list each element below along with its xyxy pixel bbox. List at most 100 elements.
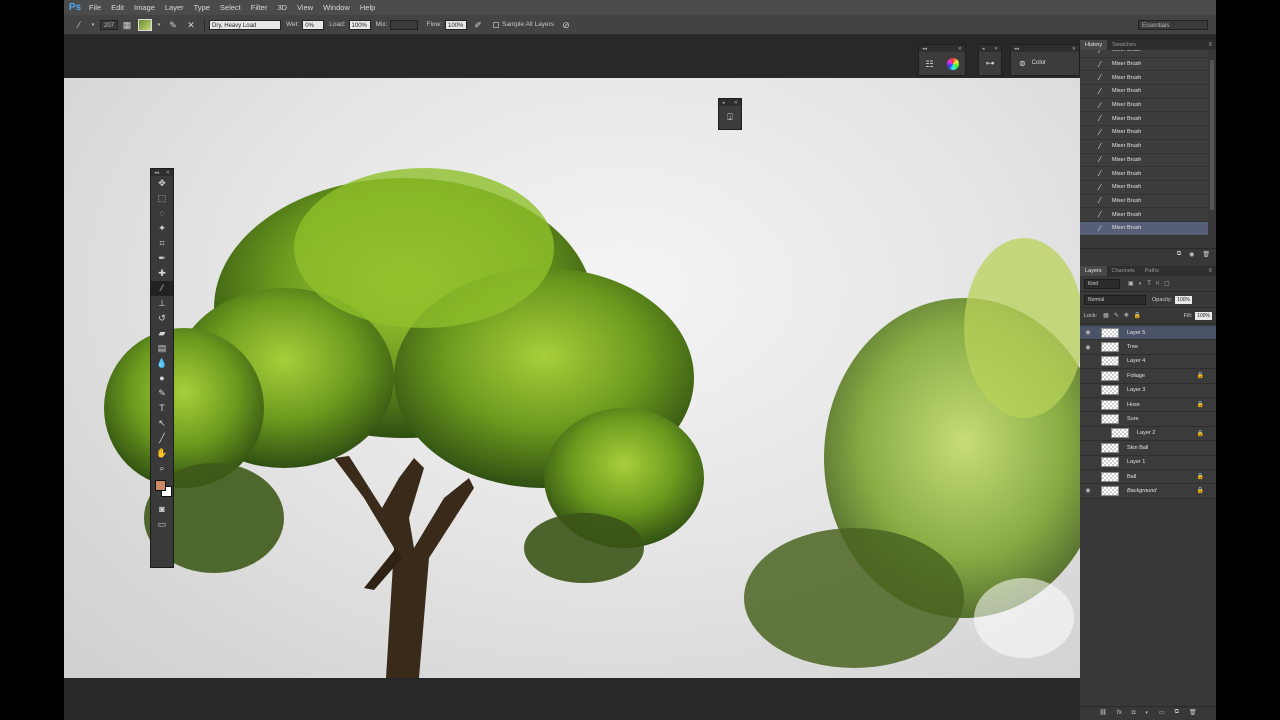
menu-view[interactable]: View — [292, 0, 318, 15]
color-panel-label[interactable]: Color — [1032, 60, 1046, 66]
chevron-down-icon[interactable]: ▾ — [156, 18, 162, 32]
filter-kind-select[interactable]: Kind — [1084, 278, 1120, 289]
layer-row[interactable]: Layer 4 — [1080, 354, 1216, 370]
tab-layers[interactable]: Layers — [1080, 266, 1107, 276]
menu-window[interactable]: Window — [318, 0, 355, 15]
link-layers-icon[interactable]: ⛓ — [1099, 709, 1107, 716]
brush-preset-select[interactable]: Dry, Heavy Load — [209, 19, 282, 30]
opacity-input[interactable]: 100% — [1175, 295, 1192, 304]
history-state[interactable]: ⁄ Mixer Brush — [1080, 153, 1208, 168]
new-document-from-state-icon[interactable]: ⧉ — [1177, 251, 1181, 258]
sample-all-layers-checkbox[interactable] — [493, 21, 499, 28]
screen-mode-icon[interactable]: ▭ — [151, 517, 173, 532]
zoom-tool-icon[interactable]: ⌕ — [151, 461, 173, 476]
layer-name[interactable]: Hose — [1127, 402, 1197, 408]
blur-tool-icon[interactable]: 💧 — [151, 356, 173, 371]
history-state[interactable]: ⁄ Mixer Brush — [1080, 180, 1208, 195]
brush-size-picker[interactable]: 207 — [100, 19, 119, 30]
clone-source-icon[interactable]: ⍗ — [719, 106, 741, 128]
line-tool-icon[interactable]: ╱ — [151, 431, 173, 446]
hand-tool-icon[interactable]: ✋ — [151, 446, 173, 461]
panel-menu-icon[interactable]: ≡ — [1208, 268, 1212, 274]
eraser-tool-icon[interactable]: ▰ — [151, 326, 173, 341]
layer-name[interactable]: Background — [1127, 488, 1197, 494]
mixer-brush-tool-icon[interactable]: ⁄ — [151, 281, 173, 296]
wet-input[interactable]: 0% — [302, 19, 325, 30]
color-wheel-icon[interactable] — [946, 58, 959, 70]
tab-swatches[interactable]: Swatches — [1107, 40, 1141, 50]
history-state[interactable]: ⁄ Mixer Brush — [1080, 194, 1208, 209]
document-canvas[interactable] — [64, 78, 1080, 678]
mix-input[interactable] — [390, 19, 419, 30]
blend-mode-select[interactable]: Normal — [1084, 294, 1146, 305]
history-state[interactable]: ⁄ Mixer Brush — [1080, 167, 1208, 181]
new-layer-icon[interactable]: ⧉ — [1175, 709, 1179, 716]
path-selection-tool-icon[interactable]: ↖ — [151, 416, 173, 431]
visibility-eye-icon[interactable]: ◉ — [1083, 344, 1093, 351]
layer-name[interactable]: Layer 5 — [1127, 330, 1216, 336]
layer-row[interactable]: Layer 1 — [1080, 455, 1216, 470]
layer-name[interactable]: Layer 1 — [1127, 459, 1216, 465]
layer-row[interactable]: Layer 3 — [1080, 383, 1216, 398]
lasso-tool-icon[interactable]: ◌ — [151, 206, 173, 221]
history-state[interactable]: ⁄ Mixer Brush — [1080, 50, 1208, 58]
adjust-icon[interactable]: ☷ — [925, 59, 933, 70]
pressure-icon[interactable]: ⊘ — [559, 18, 573, 32]
layer-row[interactable]: Foliage 🔒 — [1080, 369, 1216, 384]
history-brush-tool-icon[interactable]: ↺ — [151, 311, 173, 326]
color-swatches[interactable] — [151, 476, 173, 502]
pen-tool-icon[interactable]: ✎ — [151, 386, 173, 401]
foreground-color-swatch[interactable] — [155, 480, 166, 491]
layer-name[interactable]: Layer 4 — [1127, 358, 1216, 364]
tab-history[interactable]: History — [1080, 40, 1108, 50]
layer-row[interactable]: Sure — [1080, 412, 1216, 427]
lock-icons[interactable]: ▦✎✥🔒 — [1103, 312, 1146, 319]
menu-file[interactable]: File — [84, 0, 106, 15]
type-tool-icon[interactable]: T — [151, 401, 173, 416]
layer-row[interactable]: Hose 🔒 — [1080, 397, 1216, 413]
add-mask-icon[interactable]: ◘ — [1132, 710, 1136, 716]
layer-row[interactable]: ◉ Tree — [1080, 340, 1216, 355]
panel-menu-icon[interactable]: ≡ — [1208, 42, 1212, 48]
menu-layer[interactable]: Layer — [160, 0, 189, 15]
airbrush-icon[interactable]: ✐ — [471, 18, 485, 32]
fill-input[interactable]: 100% — [1195, 311, 1212, 320]
layer-name[interactable]: Foliage — [1127, 373, 1197, 379]
visibility-eye-icon[interactable]: ◉ — [1083, 329, 1093, 336]
history-state[interactable]: ⁄ Mixer Brush — [1080, 98, 1208, 113]
move-tool-icon[interactable]: ✥ — [151, 176, 173, 191]
menu-type[interactable]: Type — [189, 0, 215, 15]
load-brush-icon[interactable]: ✎ — [166, 18, 180, 32]
history-state[interactable]: ⁄ Mixer Brush — [1080, 112, 1208, 127]
layer-row[interactable]: Ball 🔒 — [1080, 469, 1216, 485]
current-load-swatch[interactable] — [138, 18, 153, 31]
history-state[interactable]: ⁄ Mixer Brush — [1080, 71, 1208, 86]
history-state[interactable]: ⁄ Mixer Brush — [1080, 85, 1208, 99]
new-group-icon[interactable]: ▭ — [1159, 709, 1165, 716]
menu-edit[interactable]: Edit — [106, 0, 129, 15]
layer-name[interactable]: Layer 2 — [1137, 430, 1197, 436]
dodge-tool-icon[interactable]: ● — [151, 371, 173, 386]
visibility-eye-icon[interactable]: ◉ — [1083, 487, 1093, 494]
quick-selection-tool-icon[interactable]: ✦ — [151, 221, 173, 236]
load-input[interactable]: 100% — [348, 19, 371, 30]
menu-select[interactable]: Select — [215, 0, 246, 15]
layer-row[interactable]: ◉ Background 🔒 — [1080, 484, 1216, 499]
tab-paths[interactable]: Paths — [1140, 266, 1164, 276]
flow-input[interactable]: 100% — [445, 19, 467, 30]
adjustment-layer-icon[interactable]: ◐ — [1145, 710, 1149, 716]
workspace-select[interactable]: Essentials — [1138, 19, 1208, 30]
layer-style-icon[interactable]: fx — [1117, 710, 1122, 716]
history-state[interactable]: ⁄ Mixer Brush — [1080, 126, 1208, 140]
quick-mask-icon[interactable]: ◙ — [151, 502, 173, 517]
mixer-brush-tool-icon[interactable]: ⁄ — [72, 18, 86, 32]
layer-name[interactable]: Tree — [1127, 344, 1216, 350]
trash-icon[interactable]: 🗑 — [1202, 251, 1210, 258]
history-state[interactable]: ⁄ Mixer Brush — [1080, 57, 1208, 72]
history-state[interactable]: ⁄ Mixer Brush — [1080, 139, 1208, 154]
layer-row[interactable]: Skin Ball — [1080, 441, 1216, 456]
layer-name[interactable]: Skin Ball — [1127, 445, 1216, 451]
layer-name[interactable]: Layer 3 — [1127, 387, 1216, 393]
history-state[interactable]: ⁄ Mixer Brush — [1080, 208, 1208, 222]
menu-filter[interactable]: Filter — [246, 0, 273, 15]
